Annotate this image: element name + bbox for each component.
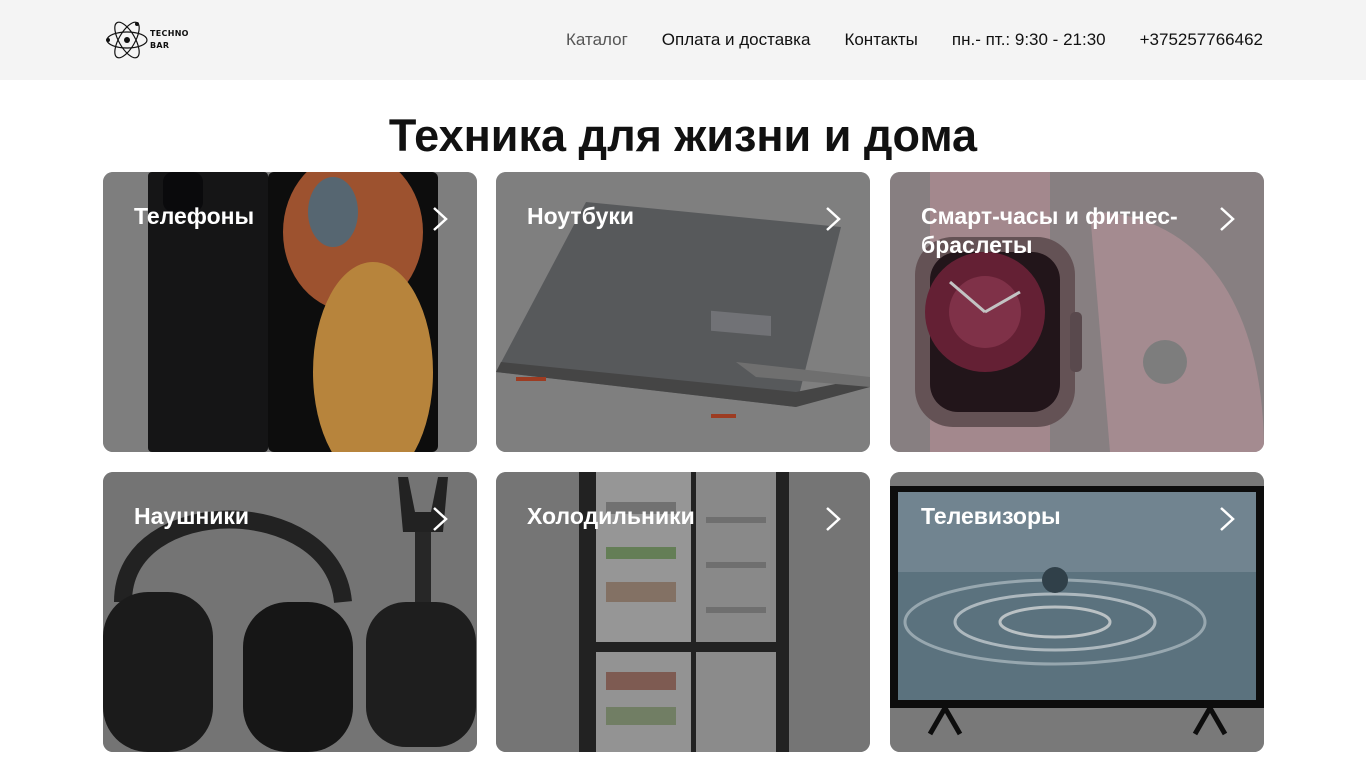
logo-text: TECHNO BAR [150, 28, 189, 52]
category-card-laptops[interactable]: Ноутбуки [496, 172, 870, 452]
chevron-right-icon [826, 207, 841, 231]
category-label: Ноутбуки [527, 203, 635, 229]
atom-logo-icon [106, 21, 148, 59]
category-label: Телевизоры [921, 503, 1061, 529]
category-label: Наушники [134, 503, 250, 529]
category-card-smartwatches[interactable]: Смарт-часы и фитнес-браслеты [890, 172, 1264, 452]
nav-catalog[interactable]: Каталог [566, 28, 628, 52]
nav-contacts[interactable]: Контакты [844, 28, 917, 52]
chevron-right-icon [1220, 507, 1235, 531]
category-card-refrigerators[interactable]: Холодильники [496, 472, 870, 752]
chevron-right-icon [826, 507, 841, 531]
chevron-right-icon [433, 507, 448, 531]
site-header: TECHNO BAR Каталог Оплата и доставка Кон… [0, 0, 1366, 80]
category-label: Холодильники [527, 503, 695, 529]
category-card-phones[interactable]: Телефоны [103, 172, 477, 452]
category-label: Смарт-часы и фитнес-браслеты [921, 203, 1178, 258]
category-label: Телефоны [134, 203, 255, 229]
chevron-right-icon [1220, 207, 1235, 231]
logo-line2: BAR [150, 41, 170, 50]
chevron-right-icon [433, 207, 448, 231]
page-title: Техника для жизни и дома [388, 110, 978, 161]
nav-working-hours: пн.- пт.: 9:30 - 21:30 [951, 30, 1106, 49]
category-card-tvs[interactable]: Телевизоры [890, 472, 1264, 752]
nav-payment-delivery[interactable]: Оплата и доставка [662, 28, 811, 52]
logo[interactable]: TECHNO BAR [104, 15, 194, 65]
main-nav: Каталог Оплата и доставка Контакты пн.- … [566, 28, 1263, 52]
nav-phone[interactable]: +375257766462 [1140, 28, 1263, 52]
category-card-headphones[interactable]: Наушники [103, 472, 477, 752]
logo-line1: TECHNO [150, 29, 189, 38]
